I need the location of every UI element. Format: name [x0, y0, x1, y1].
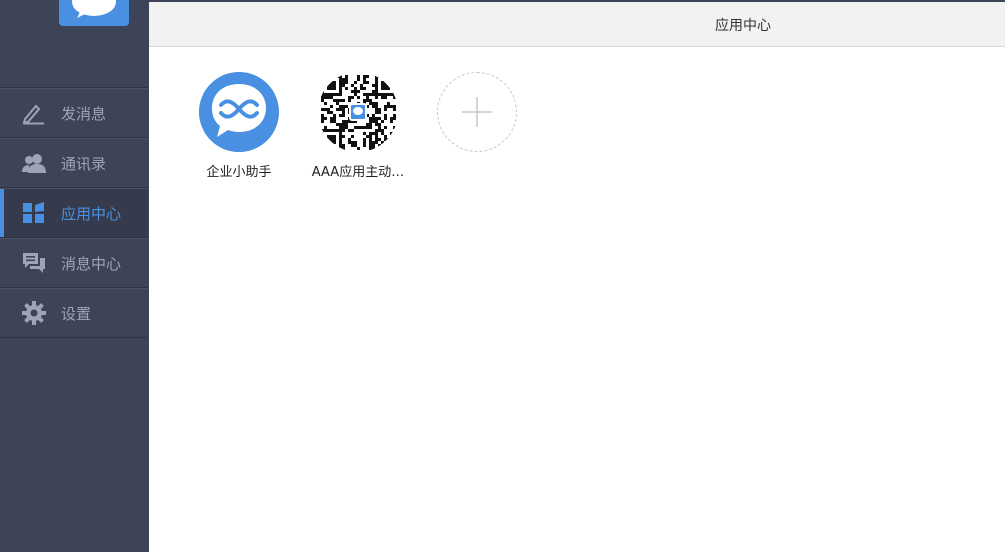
- gear-icon: [22, 301, 46, 325]
- qr-code-icon: [318, 72, 398, 152]
- main-header: 应用中心: [149, 2, 1005, 47]
- sidebar-item-app-center[interactable]: 应用中心: [0, 188, 148, 238]
- chat-bubble-logo[interactable]: [59, 0, 129, 26]
- app-name: 企业小助手: [206, 165, 272, 180]
- contacts-icon: [22, 151, 46, 175]
- sidebar-item-contacts[interactable]: 通讯录: [0, 138, 148, 188]
- apps-grid-icon: [22, 201, 46, 225]
- page-title: 应用中心: [715, 18, 771, 34]
- sidebar-nav: 发消息 通讯录 应用中心 消息中心 设置: [0, 87, 148, 338]
- messages-icon: [22, 251, 46, 275]
- sidebar-item-send-message[interactable]: 发消息: [0, 88, 148, 138]
- app-window: 发消息 通讯录 应用中心 消息中心 设置 应用中心 企业小助手 AAA应用主动…: [0, 0, 1005, 552]
- sidebar-item-settings[interactable]: 设置: [0, 288, 148, 338]
- sidebar-item-label: 应用中心: [61, 204, 122, 223]
- app-name: AAA应用主动…: [311, 165, 405, 180]
- sidebar-item-label: 通讯录: [61, 154, 107, 173]
- sidebar-item-label: 发消息: [61, 104, 107, 123]
- pencil-icon: [22, 101, 46, 125]
- add-app-button[interactable]: [437, 72, 517, 152]
- app-tile-assistant[interactable]: 企业小助手: [184, 72, 294, 180]
- sidebar-item-label: 消息中心: [61, 254, 122, 273]
- main-panel: 应用中心 企业小助手 AAA应用主动…: [149, 2, 1005, 552]
- app-tile-aaa[interactable]: AAA应用主动…: [303, 72, 413, 180]
- plus-icon: [462, 97, 492, 127]
- assistant-icon: [199, 72, 279, 152]
- sidebar-item-message-center[interactable]: 消息中心: [0, 238, 148, 288]
- sidebar-item-label: 设置: [61, 304, 92, 323]
- sidebar: 发消息 通讯录 应用中心 消息中心 设置: [0, 0, 148, 552]
